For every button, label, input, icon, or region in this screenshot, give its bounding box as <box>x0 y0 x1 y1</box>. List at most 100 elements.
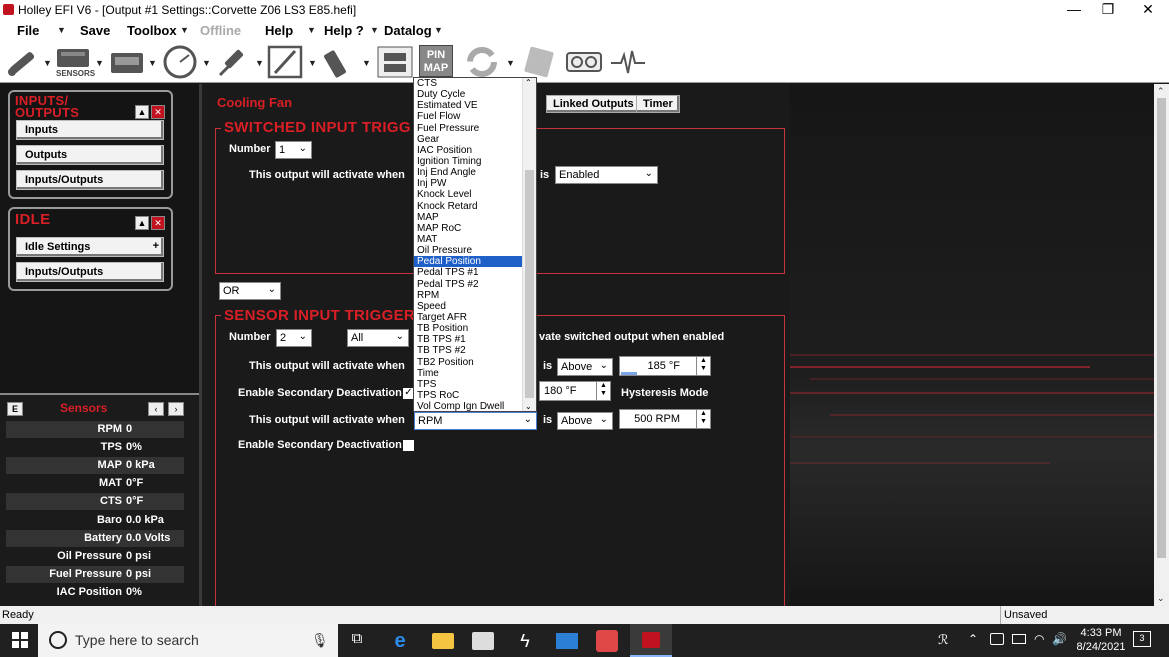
dropdown-option[interactable]: TPS <box>414 379 522 390</box>
sensor-mode-select[interactable]: All ⌄ <box>347 329 409 347</box>
battery-icon[interactable] <box>1012 634 1026 644</box>
transfer-icon[interactable] <box>376 45 414 79</box>
scroll-thumb[interactable] <box>525 170 534 398</box>
windows-start-icon[interactable] <box>12 632 28 648</box>
sensor-source-select[interactable]: RPM ⌄ <box>414 412 537 430</box>
holley-efi-taskbar-item[interactable] <box>630 624 672 657</box>
dyno-icon[interactable] <box>565 45 603 79</box>
dropdown-option[interactable]: RPM <box>414 290 522 301</box>
menu-file[interactable]: File <box>17 23 39 38</box>
tray-expand-icon[interactable]: ⌃ <box>968 632 978 646</box>
sensor-dropdown-list[interactable]: CTS Duty Cycle Estimated VE Fuel Flow Fuel P… <box>413 77 537 412</box>
dropdown-option[interactable]: Oil Pressure <box>414 245 522 256</box>
deactivation-input[interactable]: 180 °F ▲ ▼ <box>539 381 611 401</box>
collapse-icon[interactable]: ▲ <box>135 216 149 230</box>
condition-select-1[interactable]: Above ⌄ <box>557 358 613 376</box>
dropdown-option[interactable]: Time <box>414 368 522 379</box>
security-icon[interactable] <box>990 633 1004 645</box>
dropdown-option[interactable]: Ignition Timing <box>414 156 522 167</box>
dropdown-option[interactable]: CTS <box>414 78 522 89</box>
idle-settings-button[interactable]: Idle Settings + <box>16 237 164 257</box>
stepper-icon[interactable]: ▲ ▼ <box>696 357 710 375</box>
notifications-icon[interactable]: 3 <box>1133 631 1151 647</box>
menu-toolbox[interactable]: Toolbox <box>127 23 177 38</box>
clock[interactable]: 4:33 PM 8/24/2021 <box>1076 626 1126 654</box>
dropdown-option[interactable]: TB TPS #2 <box>414 345 522 356</box>
dropdown-option[interactable]: Inj End Angle <box>414 167 522 178</box>
next-arrow-icon[interactable]: › <box>168 402 184 416</box>
gauge-icon[interactable] <box>161 45 199 79</box>
threshold-input-1[interactable]: 185 °F ▲ ▼ <box>619 356 711 376</box>
scroll-down-icon[interactable]: ⌄ <box>525 402 532 411</box>
scroll-thumb[interactable] <box>1157 98 1166 558</box>
dropdown-option[interactable]: Pedal TPS #1 <box>414 267 522 278</box>
expand-button[interactable]: E <box>7 402 23 416</box>
menu-datalog[interactable]: Datalog <box>384 23 432 38</box>
tab-linked-outputs[interactable]: Linked Outputs <box>546 95 641 113</box>
file-explorer-icon[interactable] <box>432 633 454 649</box>
menu-help[interactable]: Help <box>265 23 293 38</box>
dropdown-option[interactable]: Knock Level <box>414 189 522 200</box>
dropdown-option[interactable]: Pedal Position <box>414 256 522 268</box>
heartbeat-icon[interactable] <box>609 45 647 79</box>
dropdown-option[interactable]: Inj PW <box>414 178 522 189</box>
collapse-icon[interactable]: ▲ <box>135 105 149 119</box>
dropdown-option[interactable]: Knock Retard <box>414 201 522 212</box>
dropdown-option[interactable]: MAP <box>414 212 522 223</box>
inputs-button[interactable]: Inputs <box>16 120 164 140</box>
condition-select-2[interactable]: Above ⌄ <box>557 412 613 430</box>
dropdown-option[interactable]: Duty Cycle <box>414 89 522 100</box>
ecu-icon[interactable] <box>108 45 146 79</box>
sensors-icon[interactable]: SENSORS <box>54 45 95 79</box>
volume-icon[interactable]: 🔊 <box>1052 632 1067 646</box>
people-icon[interactable]: ℛ <box>938 632 948 648</box>
close-icon[interactable]: ✕ <box>151 216 165 230</box>
stepper-icon[interactable]: ▲ ▼ <box>696 410 710 428</box>
idle-inputs-outputs-button[interactable]: Inputs/Outputs <box>16 262 164 282</box>
tab-timer[interactable]: Timer <box>636 95 680 113</box>
throttle-icon[interactable] <box>267 45 303 79</box>
injector-icon[interactable] <box>214 45 252 79</box>
dropdown-option[interactable]: Vol Comp Ign Dwell <box>414 401 522 411</box>
close-window-button[interactable]: ✕ <box>1131 0 1165 20</box>
dropdown-option[interactable]: TB Position <box>414 323 522 334</box>
logic-select[interactable]: OR ⌄ <box>219 282 281 300</box>
close-icon[interactable]: ✕ <box>151 105 165 119</box>
dropdown-option[interactable]: TB2 Position <box>414 357 522 368</box>
menu-offline[interactable]: Offline <box>200 23 241 38</box>
inputs-outputs-button[interactable]: Inputs/Outputs <box>16 170 164 190</box>
dropdown-option[interactable]: Pedal TPS #2 <box>414 279 522 290</box>
scroll-up-icon[interactable]: ⌃ <box>525 78 532 87</box>
outputs-button[interactable]: Outputs <box>16 145 164 165</box>
mail-icon[interactable] <box>556 633 578 649</box>
switched-state-select[interactable]: Enabled ⌄ <box>555 166 658 184</box>
pin-map-icon[interactable]: PIN MAP <box>419 45 453 79</box>
sensor-number-select[interactable]: 2 ⌄ <box>276 329 312 347</box>
dropdown-scrollbar[interactable]: ⌃ ⌄ <box>522 78 536 411</box>
switched-number-select[interactable]: 1 ⌄ <box>275 141 312 159</box>
prev-arrow-icon[interactable]: ‹ <box>148 402 164 416</box>
store-icon[interactable] <box>472 632 494 650</box>
dropdown-option[interactable]: Speed <box>414 301 522 312</box>
dropdown-option[interactable]: Estimated VE <box>414 100 522 111</box>
dropdown-option[interactable]: Gear <box>414 134 522 145</box>
dropdown-option[interactable]: IAC Position <box>414 145 522 156</box>
dropdown-option[interactable]: Fuel Pressure <box>414 123 522 134</box>
dropdown-option[interactable]: MAP RoC <box>414 223 522 234</box>
menu-save[interactable]: Save <box>80 23 110 38</box>
lightning-app-icon[interactable]: ϟ <box>514 630 536 652</box>
restore-button[interactable]: ❐ <box>1091 0 1125 20</box>
sync-icon[interactable] <box>463 45 501 79</box>
scroll-up-icon[interactable]: ⌃ <box>1157 86 1165 97</box>
dropdown-option[interactable]: TB TPS #1 <box>414 334 522 345</box>
main-scrollbar[interactable]: ⌃ ⌄ <box>1154 84 1169 606</box>
coil-icon[interactable] <box>321 45 359 79</box>
task-view-icon[interactable]: ⧉ <box>346 630 368 652</box>
stepper-icon[interactable]: ▲ ▼ <box>596 382 610 400</box>
red-app-icon[interactable] <box>596 630 618 652</box>
dropdown-option[interactable]: Target AFR <box>414 312 522 323</box>
microphone-icon[interactable]: 🎙 <box>311 632 329 649</box>
notes-icon[interactable] <box>521 45 559 79</box>
edge-browser-icon[interactable]: e <box>389 630 411 652</box>
scroll-down-icon[interactable]: ⌄ <box>1157 593 1165 604</box>
